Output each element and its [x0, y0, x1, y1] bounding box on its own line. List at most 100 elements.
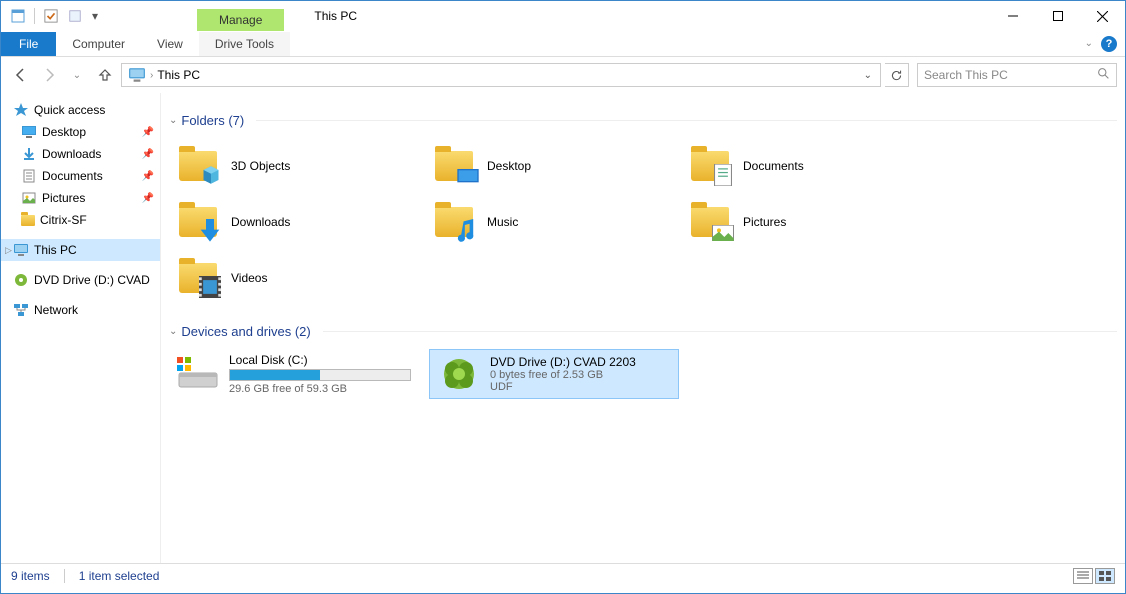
drives-grid: Local Disk (C:) 29.6 GB free of 59.3 GB …: [169, 349, 1117, 399]
search-icon[interactable]: [1097, 67, 1110, 83]
view-details-button[interactable]: [1073, 568, 1093, 584]
title-bar: ▾ Manage This PC: [1, 1, 1125, 31]
up-button[interactable]: [93, 63, 117, 87]
folder-icon: [177, 257, 219, 299]
forward-button[interactable]: [37, 63, 61, 87]
back-button[interactable]: [9, 63, 33, 87]
sidebar-network[interactable]: Network: [1, 299, 160, 321]
drive-name: DVD Drive (D:) CVAD 2203: [490, 355, 670, 369]
status-item-count: 9 items: [11, 569, 50, 583]
drive-fill: [230, 370, 320, 380]
desktop-icon: [21, 124, 37, 140]
downloads-icon: [21, 146, 37, 162]
folder-label: 3D Objects: [231, 159, 290, 173]
ribbon-tab-drive-tools[interactable]: Drive Tools: [199, 32, 290, 56]
qat-check-icon[interactable]: [40, 5, 62, 27]
minimize-button[interactable]: [990, 1, 1035, 31]
folder-icon: [689, 145, 731, 187]
folder-grid: 3D Objects Desktop Documents: [169, 138, 1117, 306]
window-controls: [990, 1, 1125, 31]
folder-icon: [433, 201, 475, 243]
dvd-drive-icon: [438, 353, 480, 395]
folder-label: Downloads: [231, 215, 290, 229]
sidebar-quick-access[interactable]: Quick access: [1, 99, 160, 121]
folder-label: Music: [487, 215, 518, 229]
hard-drive-icon: [177, 353, 219, 395]
sidebar-item-label: Downloads: [42, 147, 101, 161]
address-dropdown-icon[interactable]: ⌄: [858, 70, 878, 81]
folder-label: Desktop: [487, 159, 531, 173]
help-icon[interactable]: ?: [1101, 36, 1117, 52]
address-bar[interactable]: › This PC ⌄: [121, 63, 881, 87]
this-pc-icon: [13, 242, 29, 258]
drive-dvd[interactable]: DVD Drive (D:) CVAD 2203 0 bytes free of…: [429, 349, 679, 399]
context-tab-manage[interactable]: Manage: [197, 9, 284, 31]
search-input[interactable]: [924, 68, 1097, 82]
expand-icon[interactable]: ▷: [5, 245, 12, 256]
sidebar-item-downloads[interactable]: Downloads 📌: [1, 143, 160, 165]
folder-3d-objects[interactable]: 3D Objects: [169, 138, 425, 194]
group-title: Devices and drives (2): [181, 324, 310, 339]
folder-downloads[interactable]: Downloads: [169, 194, 425, 250]
ribbon-expand-icon[interactable]: ⌄: [1085, 38, 1093, 49]
ribbon-file-tab[interactable]: File: [1, 32, 56, 56]
pin-icon: 📌: [142, 171, 154, 182]
drive-local-disk[interactable]: Local Disk (C:) 29.6 GB free of 59.3 GB: [169, 349, 419, 399]
this-pc-icon: [128, 66, 146, 84]
folder-label: Videos: [231, 271, 267, 285]
sidebar-item-desktop[interactable]: Desktop 📌: [1, 121, 160, 143]
sidebar-item-label: Citrix-SF: [40, 213, 87, 227]
maximize-button[interactable]: [1035, 1, 1080, 31]
search-box[interactable]: [917, 63, 1117, 87]
folder-label: Documents: [743, 159, 804, 173]
quick-access-toolbar: ▾: [1, 5, 102, 27]
pin-icon: 📌: [142, 127, 154, 138]
qat-properties-icon[interactable]: [7, 5, 29, 27]
sidebar-item-citrix[interactable]: Citrix-SF: [1, 209, 160, 231]
drive-filesystem: UDF: [490, 381, 670, 393]
network-icon: [13, 302, 29, 318]
qat-customize-icon[interactable]: ▾: [88, 9, 102, 23]
content-area: ⌄ Folders (7) 3D Objects Desktop: [161, 93, 1125, 563]
dvd-icon: [13, 272, 29, 288]
sidebar-item-label: Documents: [42, 169, 103, 183]
window-title: This PC: [314, 9, 357, 23]
close-button[interactable]: [1080, 1, 1125, 31]
ribbon-tab-view[interactable]: View: [141, 32, 199, 56]
view-large-icons-button[interactable]: [1095, 568, 1115, 584]
sidebar-item-label: Network: [34, 303, 78, 317]
recent-locations-button[interactable]: ⌄: [65, 63, 89, 87]
folder-pictures[interactable]: Pictures: [681, 194, 937, 250]
pictures-icon: [21, 190, 37, 206]
sidebar-item-documents[interactable]: Documents 📌: [1, 165, 160, 187]
chevron-down-icon: ⌄: [169, 326, 177, 337]
pin-icon: 📌: [142, 193, 154, 204]
sidebar-item-label: Quick access: [34, 103, 105, 117]
folder-icon: [433, 145, 475, 187]
group-header-folders[interactable]: ⌄ Folders (7): [169, 113, 1117, 128]
view-toggle: [1073, 568, 1115, 584]
folder-icon: [21, 215, 35, 226]
ribbon-tab-computer[interactable]: Computer: [56, 32, 141, 56]
sidebar-item-label: Desktop: [42, 125, 86, 139]
sidebar-item-label: Pictures: [42, 191, 85, 205]
qat-new-icon[interactable]: [64, 5, 86, 27]
folder-documents[interactable]: Documents: [681, 138, 937, 194]
folder-label: Pictures: [743, 215, 786, 229]
refresh-button[interactable]: [885, 63, 909, 87]
star-icon: [13, 102, 29, 118]
sidebar-item-label: This PC: [34, 243, 77, 257]
folder-icon: [177, 145, 219, 187]
drive-free-text: 29.6 GB free of 59.3 GB: [229, 383, 411, 395]
ribbon-tabs: File Computer View Drive Tools ⌄ ?: [1, 31, 1125, 57]
drive-free-text: 0 bytes free of 2.53 GB: [490, 369, 670, 381]
group-header-drives[interactable]: ⌄ Devices and drives (2): [169, 324, 1117, 339]
sidebar-this-pc[interactable]: ▷ This PC: [1, 239, 160, 261]
sidebar-dvd-drive[interactable]: DVD Drive (D:) CVAD: [1, 269, 160, 291]
drive-name: Local Disk (C:): [229, 353, 411, 367]
folder-videos[interactable]: Videos: [169, 250, 425, 306]
folder-desktop[interactable]: Desktop: [425, 138, 681, 194]
folder-music[interactable]: Music: [425, 194, 681, 250]
sidebar-item-pictures[interactable]: Pictures 📌: [1, 187, 160, 209]
group-title: Folders (7): [181, 113, 244, 128]
